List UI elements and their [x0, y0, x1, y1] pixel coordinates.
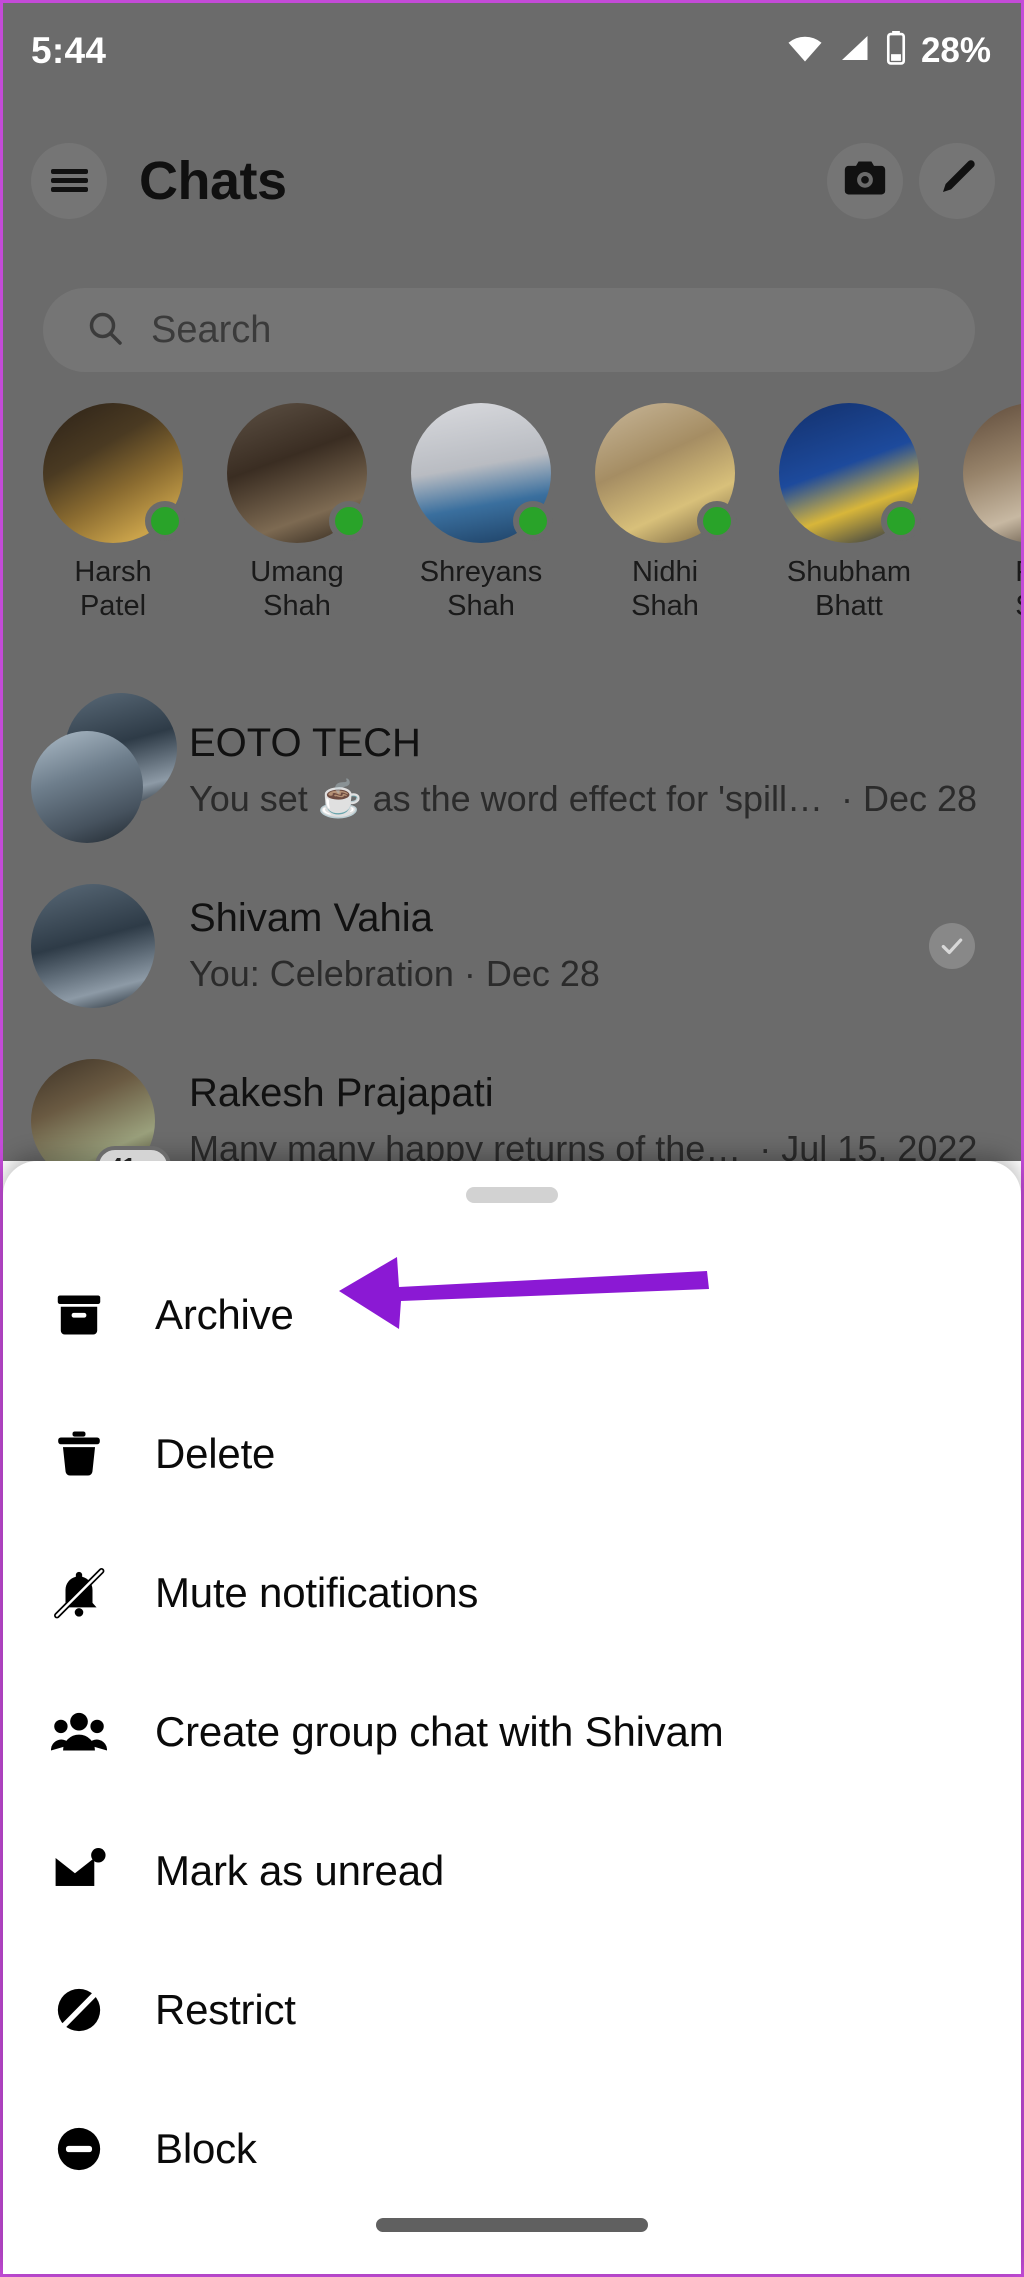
block-minus-circle-icon [41, 2111, 117, 2187]
story-item[interactable]: Nidhi Shah [589, 403, 741, 653]
hamburger-menu-icon [50, 165, 88, 196]
camera-button[interactable] [827, 142, 903, 219]
group-people-icon [41, 1694, 117, 1770]
archive-box-icon [41, 1277, 117, 1353]
circle-slash-icon [41, 1972, 117, 2048]
time-badge: 41m [94, 1145, 171, 1161]
cellular-signal-icon [837, 33, 871, 68]
chat-timestamp: · Dec 28 [841, 778, 978, 819]
chat-list-item[interactable]: Shivam Vahia You: Celebration · Dec 28 [3, 858, 1021, 1033]
chat-name: Rakesh Prajapati [189, 1071, 494, 1115]
menu-item-archive[interactable]: Archive [3, 1245, 1021, 1384]
online-status-badge [329, 501, 369, 541]
search-placeholder: Search [151, 308, 272, 351]
menu-item-mute-notifications[interactable]: Mute notifications [3, 1523, 1021, 1662]
menu-item-label: Create group chat with Shivam [155, 1707, 724, 1755]
menu-item-label: Archive [155, 1290, 294, 1338]
online-status-badge [697, 501, 737, 541]
story-name-line1: Umang [250, 556, 344, 588]
chat-snippet: You: Celebration · Dec 28 [189, 953, 600, 994]
chat-timestamp: · Jul 15, 2022 [759, 1128, 978, 1161]
menu-item-label: Mute notifications [155, 1568, 479, 1616]
chat-name: EOTO TECH [189, 721, 421, 765]
compose-pencil-icon [936, 157, 978, 204]
menu-item-create-group-chat-with-shivam[interactable]: Create group chat with Shivam [3, 1662, 1021, 1801]
story-name-line1: Harsh [74, 556, 152, 588]
chat-snippet: You set ☕ as the word effect for 'spill… [189, 778, 824, 819]
story-name-line1: Pu [1015, 556, 1021, 588]
search-icon [85, 308, 125, 353]
trash-icon [41, 1416, 117, 1492]
menu-item-block[interactable]: Block [3, 2079, 1021, 2218]
battery-icon [884, 31, 908, 70]
story-name-line1: Nidhi [631, 556, 699, 588]
story-item[interactable]: Shreyans Shah [405, 403, 557, 653]
story-item[interactable]: Umang Shah [221, 403, 373, 653]
page-title: Chats [139, 150, 287, 211]
app-header: Chats [3, 123, 1021, 238]
story-name-line2: Shah [631, 590, 699, 622]
gesture-nav-pill[interactable] [376, 2218, 648, 2232]
avatar [31, 730, 143, 843]
story-item[interactable]: PuSh [957, 403, 1021, 653]
online-status-badge [881, 501, 921, 541]
story-name-line2: Shah [447, 590, 515, 622]
bell-slash-icon [41, 1555, 117, 1631]
menu-item-label: Delete [155, 1429, 276, 1477]
chat-name: Shivam Vahia [189, 896, 433, 940]
avatar [31, 883, 155, 1008]
story-name-line2: Shah [263, 590, 331, 622]
chat-options-bottom-sheet: Archive Delete Mute notifications Create gr… [3, 1161, 1021, 2274]
story-name-line2: Bhatt [815, 590, 883, 622]
active-contacts-row[interactable]: Harsh Patel Umang Shah Shreyans Shah Nidhi Shah… [3, 403, 1021, 653]
messenger-chats-screen: 5:44 28% Chats Search Harsh Patel Umang … [3, 3, 1021, 1161]
battery-percent: 28% [920, 30, 991, 70]
camera-icon [843, 158, 887, 203]
chat-list-item[interactable]: EOTO TECH You set ☕ as the word effect fo… [3, 683, 1021, 858]
story-name-line1: Shreyans [419, 556, 543, 588]
status-bar: 5:44 28% [3, 3, 1021, 98]
story-item[interactable]: Harsh Patel [37, 403, 189, 653]
chat-options-menu: Archive Delete Mute notifications Create gr… [3, 1245, 1021, 2218]
story-name-line2: Patel [79, 590, 147, 622]
story-name-line1: Shubham [786, 556, 912, 588]
menu-item-label: Block [155, 2124, 257, 2172]
seen-check-icon [929, 922, 975, 969]
menu-item-mark-as-unread[interactable]: Mark as unread [3, 1801, 1021, 1940]
menu-item-delete[interactable]: Delete [3, 1384, 1021, 1523]
chat-list-item[interactable]: 41m Rakesh Prajapati Many many happy retur… [3, 1033, 1021, 1161]
story-item[interactable]: Shubham Bhatt [773, 403, 925, 653]
compose-button[interactable] [919, 142, 995, 219]
online-status-badge [513, 501, 553, 541]
menu-item-restrict[interactable]: Restrict [3, 1940, 1021, 2079]
menu-item-label: Restrict [155, 1985, 296, 2033]
status-time: 5:44 [31, 29, 107, 71]
online-status-badge [145, 501, 185, 541]
envelope-unread-icon [41, 1833, 117, 1909]
drag-handle[interactable] [466, 1187, 558, 1203]
hamburger-menu-button[interactable] [31, 142, 107, 219]
story-name-line2: Sh [1015, 590, 1021, 622]
avatar [963, 403, 1021, 543]
chat-snippet: Many many happy returns of the… [189, 1128, 742, 1161]
menu-item-label: Mark as unread [155, 1846, 445, 1894]
chat-list[interactable]: EOTO TECH You set ☕ as the word effect fo… [3, 683, 1021, 1161]
search-input[interactable]: Search [43, 288, 975, 372]
wifi-icon [786, 33, 824, 68]
